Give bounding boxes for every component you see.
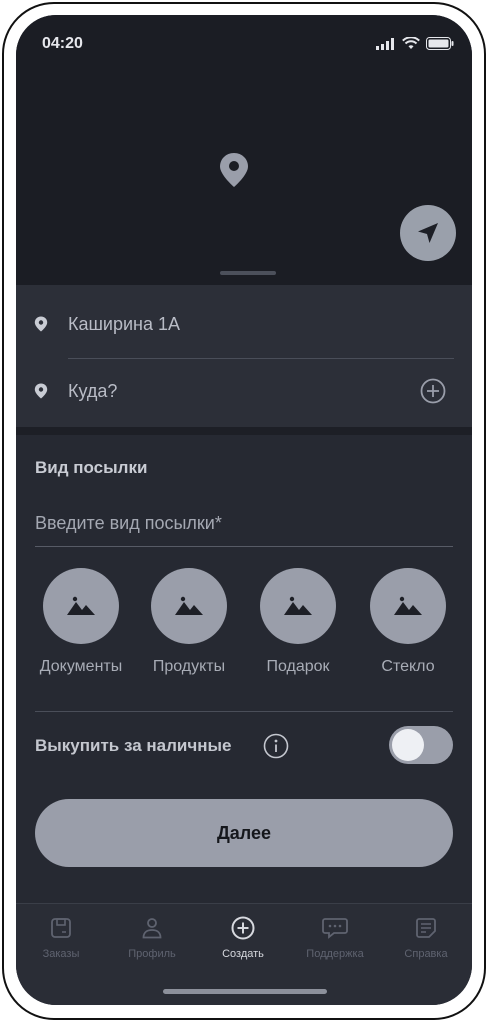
tab-label: Создать (222, 948, 264, 960)
to-address-placeholder: Куда? (68, 380, 118, 401)
from-pin-icon (34, 316, 48, 332)
cash-purchase-label: Выкупить за наличные (35, 736, 232, 755)
image-icon (394, 596, 422, 615)
signal-icon (376, 37, 394, 50)
category-label: Документы (39, 658, 123, 675)
category-label: Стекло (381, 658, 435, 675)
category-gift[interactable]: Подарок (243, 568, 353, 676)
tab-orders[interactable]: Заказы (16, 914, 106, 960)
tab-support[interactable]: Поддержка (290, 914, 380, 960)
info-icon[interactable] (263, 733, 289, 759)
help-icon (416, 918, 436, 938)
tab-profile[interactable]: Профиль (107, 914, 197, 960)
section-separator (16, 427, 472, 435)
add-stop-icon[interactable] (420, 378, 446, 404)
tab-help[interactable]: Справка (381, 914, 471, 960)
tab-label: Справка (404, 948, 448, 960)
next-button[interactable]: Далее (35, 799, 453, 867)
to-address-row[interactable]: Куда? (16, 361, 472, 421)
status-icons (376, 37, 454, 50)
address-divider (68, 358, 454, 359)
map-view[interactable]: 04:20 (16, 15, 472, 285)
image-icon (67, 596, 95, 615)
create-icon (231, 916, 255, 940)
cash-purchase-toggle[interactable] (389, 726, 453, 764)
category-products[interactable]: Продукты (134, 568, 244, 676)
category-label: Подарок (266, 658, 330, 675)
locate-me-button[interactable] (400, 205, 456, 261)
category-glass[interactable]: Стекло (353, 568, 463, 676)
category-documents[interactable]: Документы (26, 568, 136, 676)
app-screen: 04:20 Каширина 1А Куда? Вид посылки Введ… (16, 15, 472, 1005)
battery-icon (426, 37, 454, 50)
orders-icon (51, 918, 71, 938)
profile-icon (142, 918, 162, 939)
category-circle (370, 568, 446, 644)
image-icon (175, 596, 203, 615)
category-label: Продукты (152, 658, 226, 675)
image-icon (284, 596, 312, 615)
tab-label: Профиль (128, 948, 176, 960)
parcel-type-input[interactable] (35, 501, 453, 547)
parcel-type-title: Вид посылки (35, 458, 148, 477)
category-circle (260, 568, 336, 644)
from-address-row[interactable]: Каширина 1А (16, 294, 472, 354)
wifi-icon (402, 37, 420, 49)
sheet-handle[interactable] (220, 271, 276, 275)
toggle-knob (392, 729, 424, 761)
category-circle (151, 568, 227, 644)
from-address: Каширина 1А (68, 313, 181, 334)
status-time: 04:20 (42, 35, 83, 52)
map-pin-icon (220, 153, 248, 187)
tab-label: Заказы (42, 948, 80, 960)
category-circle (43, 568, 119, 644)
tab-create[interactable]: Создать (198, 914, 288, 960)
navigation-arrow-icon (418, 223, 438, 243)
options-divider (35, 711, 453, 712)
home-indicator (163, 989, 327, 994)
support-icon (322, 918, 348, 939)
to-pin-icon (34, 383, 48, 399)
address-card: Каширина 1А Куда? (16, 285, 472, 427)
tab-label: Поддержка (306, 948, 364, 960)
